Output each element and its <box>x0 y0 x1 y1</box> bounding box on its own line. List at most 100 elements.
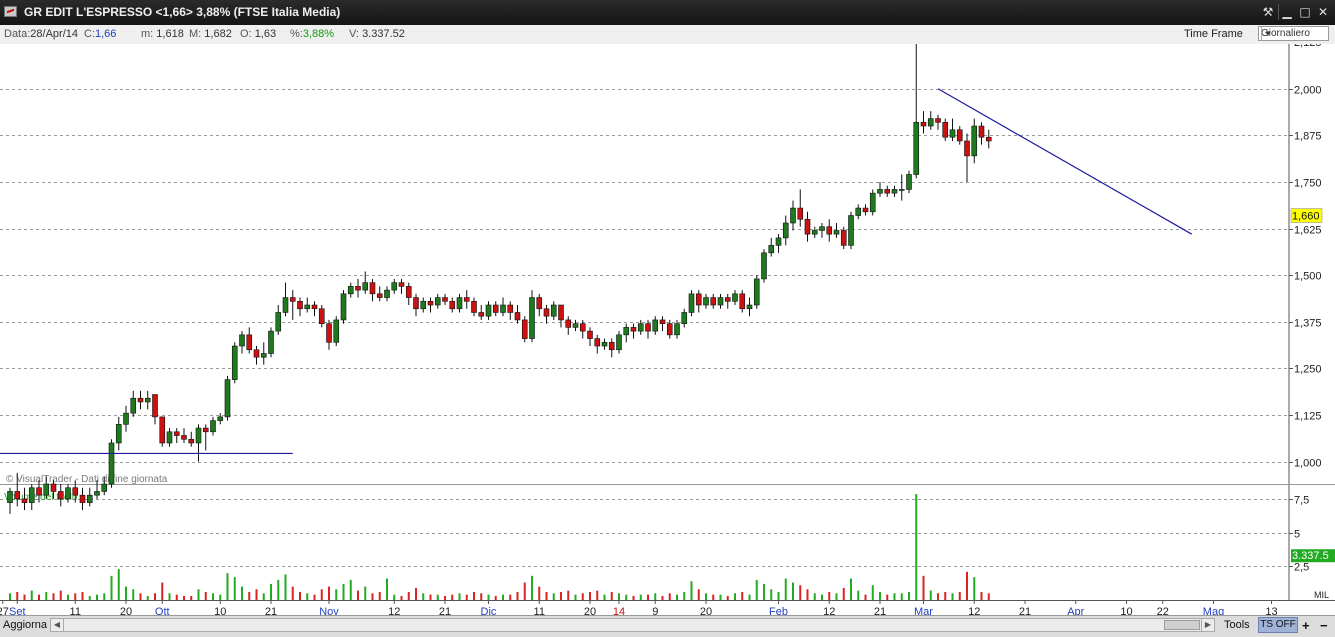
candle-body <box>14 491 21 500</box>
candle-body <box>775 237 782 246</box>
candle-body <box>202 427 209 433</box>
volume-bar <box>146 595 149 600</box>
price-tick-label: 1,250 <box>1294 364 1322 376</box>
candle-body <box>790 207 796 224</box>
volume-bar <box>407 591 410 600</box>
volume-bar <box>632 595 635 600</box>
volume-bar <box>125 586 127 600</box>
volume-bar <box>987 593 990 600</box>
horizontal-scrollbar[interactable]: ◀ ▶ <box>50 618 1215 632</box>
volume-bar <box>436 594 439 600</box>
tools-wrench-icon[interactable]: ⚒ <box>1260 4 1276 20</box>
candle-body <box>753 278 760 306</box>
volume-bar <box>277 579 280 600</box>
volume-bar <box>871 585 874 600</box>
candle-body <box>362 282 369 291</box>
candle-body <box>326 323 332 343</box>
volume-bar <box>284 574 287 600</box>
candle-body <box>166 431 173 444</box>
window-controls: ⚒ ▁ □ ✕ <box>1260 4 1331 20</box>
volume-bar <box>719 594 722 600</box>
volume-bar <box>676 594 678 600</box>
volume-bar <box>850 578 852 600</box>
candle-body <box>550 304 557 317</box>
candle-body <box>848 215 854 246</box>
candle-body <box>144 397 151 403</box>
candle-body <box>819 226 825 231</box>
volume-bar <box>320 589 323 600</box>
candle-body <box>275 312 282 332</box>
volume-bar <box>132 589 135 600</box>
volume-bar <box>966 571 968 600</box>
candle-body <box>355 286 361 291</box>
candle-body <box>666 323 673 336</box>
candle-body <box>797 207 804 220</box>
candle-body <box>442 297 448 302</box>
refresh-button[interactable]: Aggiorna <box>3 619 47 631</box>
candle-body <box>485 304 492 317</box>
price-chart[interactable]: 1,000 1,125 1,250 1,375 1,500 1,625 1,750 1,875… <box>0 44 1335 615</box>
volume-bar <box>864 594 867 600</box>
timeframe-select[interactable]: Giornaliero ▼ <box>1258 26 1329 41</box>
candle-body <box>471 300 477 313</box>
candle-body <box>906 174 912 190</box>
volume-bar <box>161 582 164 600</box>
volume-bar <box>929 590 932 600</box>
volume-bar <box>248 591 251 600</box>
candle-body <box>935 118 941 123</box>
chart-area[interactable]: 1,000 1,125 1,250 1,375 1,500 1,625 1,750 1,875… <box>0 44 1335 615</box>
scroll-thumb[interactable] <box>1164 620 1200 630</box>
volume-bar <box>386 578 388 600</box>
volume-bar <box>299 591 301 600</box>
candle-body <box>703 297 709 306</box>
candle-body <box>616 334 622 351</box>
candle-body <box>608 342 615 351</box>
volume-bar <box>857 590 860 600</box>
candle-body <box>297 300 303 310</box>
candle-body <box>862 207 869 213</box>
candle-body <box>572 323 579 328</box>
close-icon[interactable]: ✕ <box>1315 4 1331 20</box>
time-tick-label: 12 <box>388 606 400 615</box>
volume-bar <box>603 594 606 600</box>
volume-bar <box>574 594 577 600</box>
title-bar: GR EDIT L'ESPRESSO <1,66> 3,88% (FTSE It… <box>0 0 1335 25</box>
zoom-out-button[interactable]: − <box>1320 618 1328 633</box>
close-field: C:1,66 <box>84 28 117 40</box>
candle-body <box>159 416 166 444</box>
ts-off-button[interactable]: TS OFF <box>1258 617 1298 633</box>
zoom-in-button[interactable]: + <box>1302 618 1310 633</box>
candle-body <box>43 483 50 496</box>
volume-bar <box>784 578 787 600</box>
volume-bar <box>400 595 403 600</box>
candle-body <box>971 125 978 157</box>
volume-bar <box>458 593 461 600</box>
candle-body <box>318 308 325 324</box>
volume-bar <box>487 594 490 600</box>
candle-body <box>833 230 840 235</box>
candle-body <box>920 122 927 127</box>
volume-bar <box>741 591 744 600</box>
high-field: M: 1,682 <box>189 28 232 40</box>
candle-body <box>659 319 666 324</box>
time-tick-label: Ott <box>155 606 170 615</box>
price-tick-label: 1,125 <box>1294 411 1322 423</box>
volume-bar <box>45 591 48 600</box>
candle-body <box>942 122 949 138</box>
candle-body <box>623 327 630 336</box>
minimize-icon[interactable]: ▁ <box>1278 4 1295 20</box>
volume-tick-label: 5 <box>1294 529 1300 541</box>
scroll-left-icon[interactable]: ◀ <box>51 619 64 631</box>
maximize-icon[interactable]: □ <box>1297 4 1313 20</box>
volume-bar <box>30 590 33 600</box>
volume-bar <box>393 594 396 600</box>
price-tick-label: 1,500 <box>1294 271 1322 283</box>
tools-button[interactable]: Tools <box>1224 619 1250 631</box>
candle-body <box>594 338 601 347</box>
volume-bar <box>357 590 359 600</box>
candle-body <box>674 323 680 336</box>
scroll-right-icon[interactable]: ▶ <box>1201 619 1214 631</box>
volume-bar <box>770 589 773 600</box>
volume-bar <box>204 591 207 600</box>
volume-bar <box>212 593 214 600</box>
